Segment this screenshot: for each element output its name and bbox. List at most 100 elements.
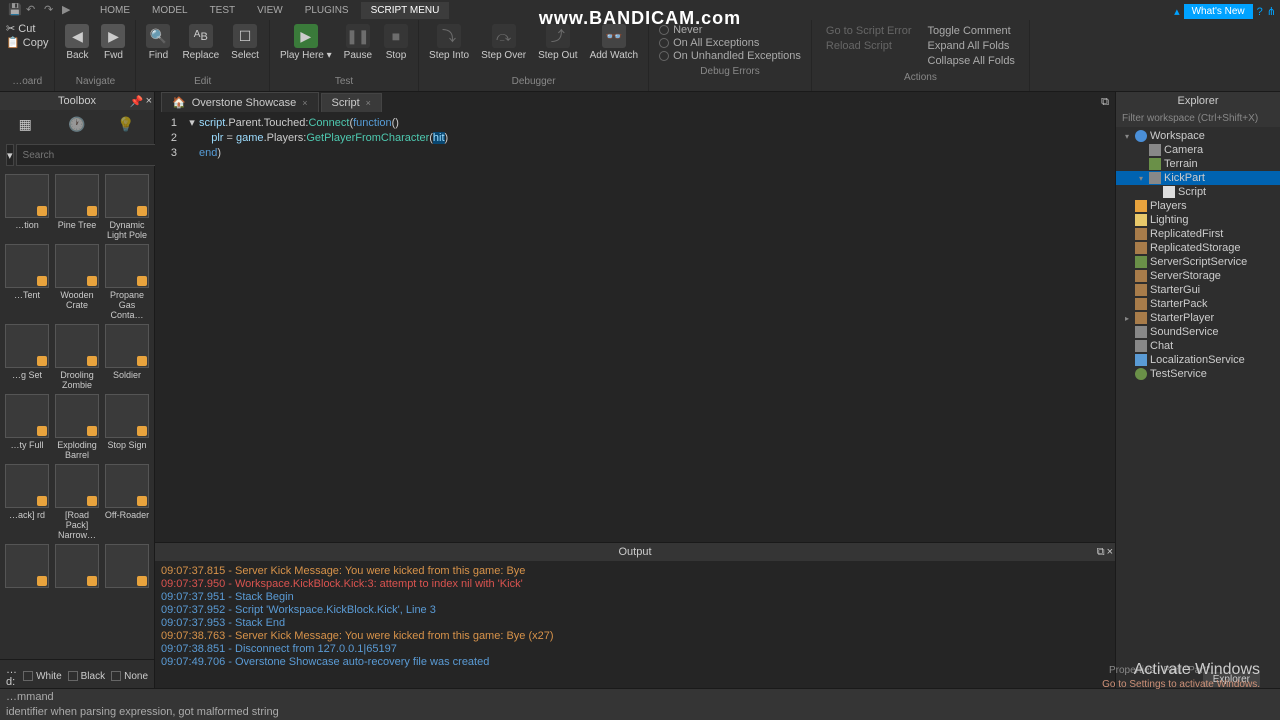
tree-row[interactable]: TestService	[1116, 367, 1280, 381]
undo-icon[interactable]: ↶	[26, 3, 40, 17]
redo-icon[interactable]: ↷	[44, 3, 58, 17]
toolbox-item[interactable]: Pine Tree	[54, 174, 100, 240]
output-body[interactable]: 09:07:37.815 - Server Kick Message: You …	[155, 561, 1115, 692]
toolbox-item[interactable]: Wooden Crate	[54, 244, 100, 320]
collapse-ribbon-icon[interactable]: ▴	[1174, 5, 1180, 18]
close-icon[interactable]: ×	[366, 98, 371, 108]
stop-button[interactable]: ■Stop	[380, 22, 412, 63]
tree-row[interactable]: Terrain	[1116, 157, 1280, 171]
tree-row[interactable]: Camera	[1116, 143, 1280, 157]
tree-row[interactable]: Players	[1116, 199, 1280, 213]
tab-model[interactable]: MODEL	[142, 2, 198, 19]
goto-error[interactable]: Go to Script Error	[822, 24, 916, 38]
err-unhandled[interactable]: On Unhandled Exceptions	[659, 50, 801, 62]
err-all[interactable]: On All Exceptions	[659, 37, 801, 49]
tree-row[interactable]: ▾Workspace	[1116, 129, 1280, 143]
toggle-comment[interactable]: Toggle Comment	[924, 24, 1019, 38]
close-icon[interactable]: ×	[1107, 546, 1113, 559]
tab-scriptmenu[interactable]: SCRIPT MENU	[361, 2, 450, 19]
expand-folds[interactable]: Expand All Folds	[924, 39, 1019, 53]
light-icon[interactable]: 💡	[117, 116, 135, 134]
close-icon[interactable]: ×	[146, 95, 152, 108]
bg-black[interactable]: Black	[68, 664, 105, 688]
bg-none[interactable]: None	[111, 664, 148, 688]
tree-row[interactable]: Lighting	[1116, 213, 1280, 227]
tab-test[interactable]: TEST	[200, 2, 246, 19]
tab-script[interactable]: Script×	[321, 93, 382, 112]
step-out-button[interactable]: ⤴Step Out	[534, 22, 581, 63]
toolbox-item[interactable]	[54, 544, 100, 590]
tree-row[interactable]: Script	[1116, 185, 1280, 199]
pin-icon[interactable]: 📌	[130, 95, 144, 108]
toolbox-item[interactable]: Stop Sign	[104, 394, 150, 460]
tree-row[interactable]: StarterPack	[1116, 297, 1280, 311]
help-icon[interactable]: ?	[1257, 6, 1263, 18]
explorer-filter[interactable]: Filter workspace (Ctrl+Shift+X)	[1116, 110, 1280, 127]
find-button[interactable]: 🔍Find	[142, 22, 174, 63]
toolbox-item[interactable]: [Road Pack] Narrow…	[54, 464, 100, 540]
play-icon[interactable]: ▶	[62, 3, 76, 17]
toolbox-item[interactable]: …tion	[4, 174, 50, 240]
toolbox-item[interactable]: Soldier	[104, 324, 150, 390]
play-button[interactable]: ▶Play Here ▾	[276, 22, 336, 63]
add-watch-button[interactable]: 👓Add Watch	[586, 22, 643, 63]
tree-row[interactable]: LocalizationService	[1116, 353, 1280, 367]
tree-row[interactable]: Chat	[1116, 339, 1280, 353]
step-over-button[interactable]: ⤼Step Over	[477, 22, 530, 63]
share-icon[interactable]: ⋔	[1267, 5, 1276, 18]
popout-icon[interactable]: ⧉	[1095, 93, 1115, 112]
popout-icon[interactable]: ⧉	[1097, 546, 1105, 559]
tree-row[interactable]: ReplicatedFirst	[1116, 227, 1280, 241]
pause-button[interactable]: ❚❚Pause	[340, 22, 376, 63]
tab-view[interactable]: VIEW	[247, 2, 293, 19]
replace-button[interactable]: ABReplace	[178, 22, 223, 63]
toolbox-item[interactable]	[104, 544, 150, 590]
output-title: Output	[618, 546, 651, 558]
tree-row[interactable]: StarterGui	[1116, 283, 1280, 297]
tab-plugins[interactable]: PLUGINS	[295, 2, 359, 19]
toolbox-item[interactable]: …ack] rd	[4, 464, 50, 540]
toolbox-item[interactable]: Off-Roader	[104, 464, 150, 540]
toolbox-item[interactable]: Drooling Zombie	[54, 324, 100, 390]
category-icon[interactable]: ▾	[6, 144, 14, 166]
command-bar[interactable]: …mmand	[0, 689, 1280, 705]
recent-icon[interactable]: 🕐	[68, 116, 86, 134]
save-icon[interactable]: 💾	[8, 3, 22, 17]
toolbox-item[interactable]: …Tent	[4, 244, 50, 320]
tree-row[interactable]: ▾KickPart	[1116, 171, 1280, 185]
tree-row[interactable]: ReplicatedStorage	[1116, 241, 1280, 255]
toolbox-item[interactable]: Dynamic Light Pole	[104, 174, 150, 240]
tree-row[interactable]: ServerScriptService	[1116, 255, 1280, 269]
toolbox-panel: Toolbox📌× ▦ 🕐 💡 ▾ 🔍 ≡ …tionPine TreeDyna…	[0, 92, 155, 692]
cut-button[interactable]: ✂ Cut	[6, 22, 35, 35]
toolbox-item[interactable]: Propane Gas Conta…	[104, 244, 150, 320]
search-input[interactable]	[16, 144, 162, 166]
close-icon[interactable]: ×	[302, 98, 307, 108]
err-never[interactable]: Never	[659, 24, 801, 36]
explorer-title: Explorer	[1178, 95, 1219, 107]
whats-new-button[interactable]: What's New	[1184, 4, 1253, 19]
select-button[interactable]: ☐Select	[227, 22, 263, 63]
fwd-button[interactable]: ▶Fwd	[97, 22, 129, 63]
group-errors: Debug Errors	[700, 64, 759, 79]
grid-icon[interactable]: ▦	[19, 116, 37, 134]
copy-button[interactable]: 📋 Copy	[6, 36, 48, 49]
tab-overstone[interactable]: 🏠Overstone Showcase×	[161, 92, 319, 112]
back-button[interactable]: ◀Back	[61, 22, 93, 63]
output-line: 09:07:37.953 - Stack End	[161, 617, 1109, 630]
toolbox-item[interactable]: …g Set	[4, 324, 50, 390]
code-editor[interactable]: 123 ▾ script.Parent.Touched:Connect(func…	[155, 112, 1115, 542]
statusbar: …mmand identifier when parsing expressio…	[0, 688, 1280, 720]
toolbox-item[interactable]: Exploding Barrel	[54, 394, 100, 460]
tree-row[interactable]: ▸StarterPlayer	[1116, 311, 1280, 325]
toolbox-item[interactable]: …ty Full	[4, 394, 50, 460]
tree-row[interactable]: SoundService	[1116, 325, 1280, 339]
step-into-button[interactable]: ⤵Step Into	[425, 22, 473, 63]
reload-script[interactable]: Reload Script	[822, 39, 916, 53]
tab-home[interactable]: HOME	[90, 2, 140, 19]
toolbox-item[interactable]	[4, 544, 50, 590]
tree-row[interactable]: ServerStorage	[1116, 269, 1280, 283]
group-debugger: Debugger	[512, 74, 556, 89]
collapse-folds[interactable]: Collapse All Folds	[924, 54, 1019, 68]
bg-white[interactable]: White	[23, 664, 62, 688]
